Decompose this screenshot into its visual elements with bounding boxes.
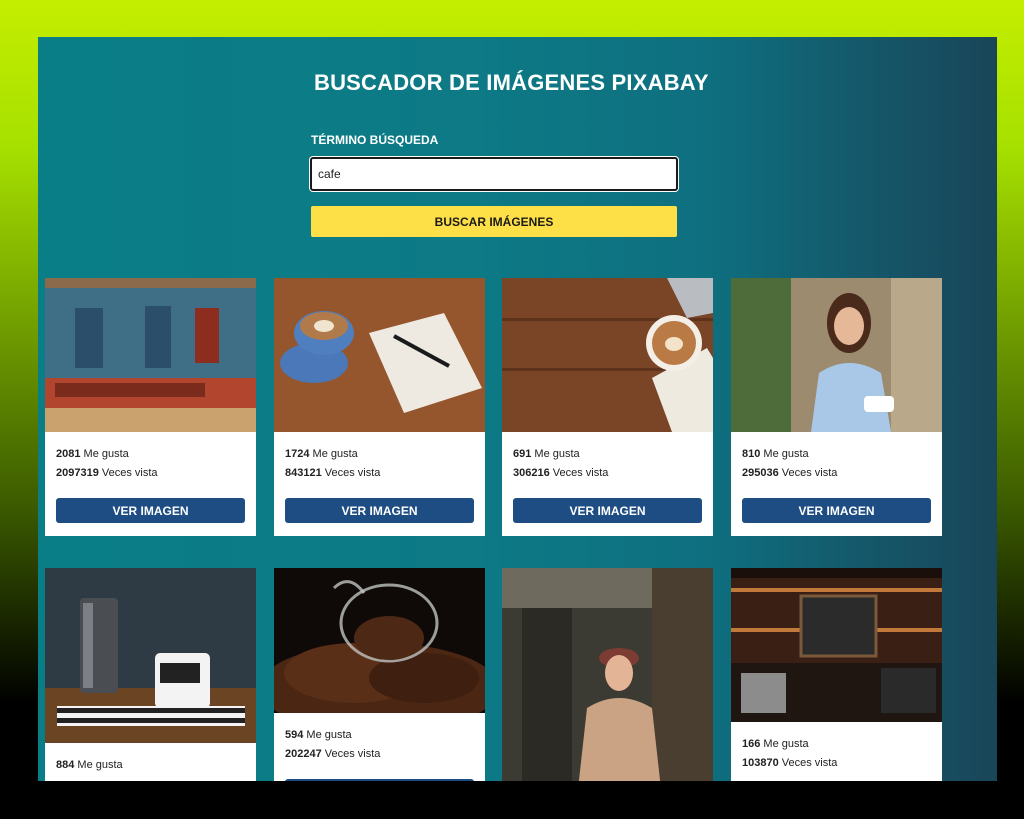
likes-label: Me gusta: [763, 448, 809, 460]
likes-label: Me gusta: [306, 729, 352, 741]
result-image-coffee-beans[interactable]: [274, 568, 485, 713]
result-image-woman-hat[interactable]: [502, 568, 713, 781]
result-card: 1724 Me gusta 843121 Veces vista VER IMA…: [274, 278, 485, 536]
result-card: [502, 568, 713, 781]
search-button[interactable]: BUSCAR IMÁGENES: [311, 206, 677, 237]
likes-label: Me gusta: [77, 759, 123, 771]
result-image-woman-phone[interactable]: [731, 278, 942, 432]
search-label: TÉRMINO BÚSQUEDA: [311, 133, 439, 147]
views-label: Veces vista: [324, 467, 381, 479]
likes-label: Me gusta: [534, 448, 580, 460]
likes-label: Me gusta: [763, 738, 809, 750]
views-count: 2097319: [56, 467, 99, 479]
likes-count: 810: [742, 448, 761, 460]
app-panel: BUSCADOR DE IMÁGENES PIXABAY TÉRMINO BÚS…: [38, 37, 997, 781]
view-image-button[interactable]: VER IMAGEN: [742, 498, 931, 523]
result-card: 884 Me gusta: [45, 568, 256, 781]
result-image-cafe-street[interactable]: [45, 278, 256, 432]
likes-count: 166: [742, 738, 761, 750]
result-card: 810 Me gusta 295036 Veces vista VER IMAG…: [731, 278, 942, 536]
result-image-moka-pot[interactable]: [45, 568, 256, 743]
result-card: 691 Me gusta 306216 Veces vista VER IMAG…: [502, 278, 713, 536]
page-title: BUSCADOR DE IMÁGENES PIXABAY: [314, 70, 709, 95]
views-count: 843121: [285, 467, 322, 479]
views-count: 295036: [742, 467, 779, 479]
views-label: Veces vista: [101, 467, 158, 479]
likes-count: 884: [56, 759, 75, 771]
views-label: Veces vista: [552, 467, 609, 479]
views-label: Veces vista: [781, 467, 838, 479]
views-count: 202247: [285, 748, 322, 760]
views-label: Veces vista: [324, 748, 381, 760]
views-label: Veces vista: [781, 757, 838, 769]
bottom-letterbox: [0, 781, 1024, 819]
view-image-button[interactable]: VER IMAGEN: [285, 498, 474, 523]
result-card: 594 Me gusta 202247 Veces vista VER IMAG…: [274, 568, 485, 781]
search-input[interactable]: cafe: [310, 157, 678, 191]
view-image-button[interactable]: VER IMAGEN: [513, 498, 702, 523]
result-image-coffee-bar[interactable]: [731, 568, 942, 722]
likes-count: 1724: [285, 448, 310, 460]
views-count: 306216: [513, 467, 550, 479]
likes-count: 594: [285, 729, 304, 741]
likes-count: 2081: [56, 448, 81, 460]
result-image-coffee-notebook[interactable]: [274, 278, 485, 432]
likes-label: Me gusta: [83, 448, 129, 460]
view-image-button[interactable]: VER IMAGEN: [56, 498, 245, 523]
result-card: 166 Me gusta 103870 Veces vista: [731, 568, 942, 781]
result-image-latte-desk[interactable]: [502, 278, 713, 432]
result-card: 2081 Me gusta 2097319 Veces vista VER IM…: [45, 278, 256, 536]
likes-count: 691: [513, 448, 532, 460]
likes-label: Me gusta: [312, 448, 358, 460]
views-count: 103870: [742, 757, 779, 769]
